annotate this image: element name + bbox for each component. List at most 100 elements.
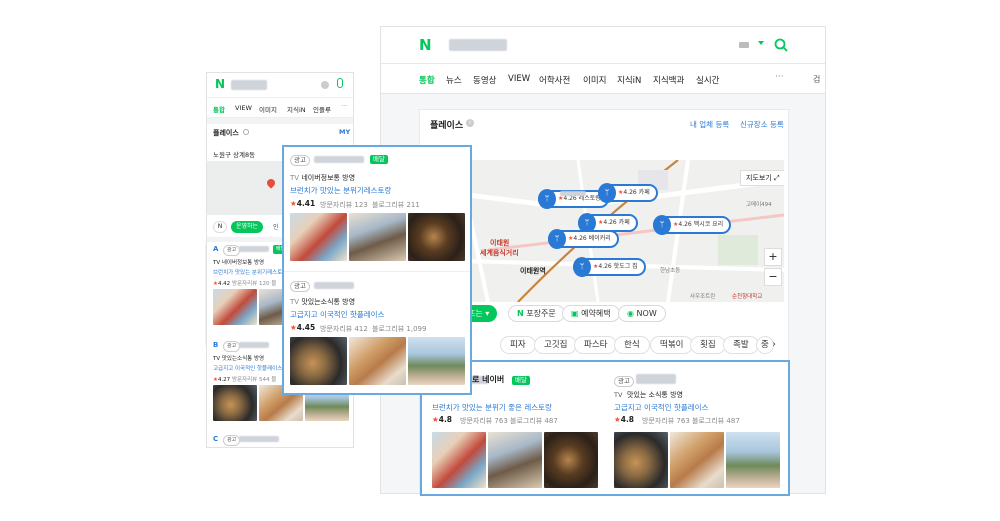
ad-photo[interactable] xyxy=(488,432,542,488)
new-place-register-link[interactable]: 신규장소 등록 xyxy=(740,119,784,130)
tab-knowledge-in[interactable]: 지식iN xyxy=(287,104,306,114)
item-photo[interactable] xyxy=(408,213,465,261)
tab-integrated[interactable]: 통합 xyxy=(419,74,435,86)
map[interactable]: 이태원 세계음식거리 이태원역 고메이494 한남초등 사우조트린 순천향대학교… xyxy=(428,160,784,302)
filter-now[interactable]: ◉ NOW xyxy=(618,305,666,322)
tab-cut-off[interactable]: 검 xyxy=(813,74,820,85)
ad-badge: 광고 xyxy=(223,435,241,446)
blog-reviews[interactable]: 블로그리뷰 1,099 xyxy=(372,324,426,334)
item-title-link[interactable]: 고급지고 이국적인 핫플레이스 xyxy=(290,309,384,320)
info-icon[interactable]: i xyxy=(466,119,474,127)
item-title-link[interactable]: 고급지고 이국적인 핫플레이스 xyxy=(213,364,282,372)
chevron-down-icon[interactable] xyxy=(758,41,764,45)
tab-news[interactable]: 뉴스 xyxy=(446,74,462,86)
tab-view[interactable]: VIEW xyxy=(508,74,530,84)
zoom-in-button[interactable]: + xyxy=(764,248,782,266)
naver-logo[interactable]: N xyxy=(419,36,432,54)
item-photo[interactable] xyxy=(408,337,465,385)
blog-reviews[interactable]: 블로그리뷰 211 xyxy=(372,200,420,210)
desktop-header: N xyxy=(381,27,825,64)
info-icon[interactable] xyxy=(243,129,249,135)
restaurant-pin-icon: ᛘ xyxy=(653,215,671,235)
map-view-button[interactable]: 지도보기 ⤢ xyxy=(740,170,784,186)
item-photo[interactable] xyxy=(290,337,347,385)
visitor-reviews[interactable]: 방문자리뷰 763 xyxy=(642,416,690,426)
clear-icon[interactable] xyxy=(321,81,329,89)
map-marker[interactable]: ᛘ ★4.26 맥시코 요리 xyxy=(653,215,732,235)
rating: ★4.41 xyxy=(290,199,316,208)
filter-reservation[interactable]: ▣ 예약혜택 xyxy=(562,305,620,322)
chevron-right-icon[interactable]: › xyxy=(772,339,776,350)
item-photo[interactable] xyxy=(349,337,406,385)
category-pasta[interactable]: 파스타 xyxy=(574,336,618,354)
tab-influencer[interactable]: 인플루 xyxy=(313,104,331,114)
tv-broadcast-text: TV 맛있는소식통 방영 xyxy=(290,298,356,306)
mobile-tabs: 통합 VIEW 이미지 지식iN 인플루 ··· xyxy=(207,98,353,118)
tab-dictionary[interactable]: 어학사전 xyxy=(539,74,570,86)
tab-images[interactable]: 이미지 xyxy=(583,74,606,86)
category-korean[interactable]: 한식 xyxy=(614,336,650,354)
item-title-link[interactable]: 브런치가 맛있는 분위기레스토랑 xyxy=(290,185,391,196)
tab-integrated[interactable]: 통합 xyxy=(213,104,225,114)
item-name-blurred xyxy=(239,246,269,252)
map-marker[interactable]: ᛘ ★4.26 핫도그 집 xyxy=(573,257,646,277)
search-icon[interactable] xyxy=(774,37,788,52)
category-sashimi[interactable]: 횟집 xyxy=(690,336,726,354)
category-jokbal[interactable]: 족발 xyxy=(723,336,759,354)
mobile-gap xyxy=(207,118,353,124)
filter-takeout[interactable]: N 포장주문 xyxy=(508,305,565,322)
rating: ★4.8 xyxy=(432,415,453,424)
zoom-out-button[interactable]: − xyxy=(764,268,782,286)
tab-realtime[interactable]: 실시간 xyxy=(696,74,719,86)
ad-photo[interactable] xyxy=(670,432,724,488)
category-tteokbokki[interactable]: 떡볶이 xyxy=(650,336,694,354)
chip-n[interactable]: N xyxy=(213,221,227,233)
visitor-reviews[interactable]: 방문자리뷰 123 xyxy=(320,200,368,210)
chip-more[interactable]: 인 xyxy=(273,222,279,231)
place-title: 플레이스 xyxy=(213,129,239,137)
category-pizza[interactable]: 피자 xyxy=(500,336,536,354)
tabs-more-button[interactable]: ··· xyxy=(341,102,347,110)
map-marker[interactable]: ᛘ ★4.26 카페 xyxy=(598,183,658,203)
tv-broadcast-text: TV 맛있는소식통 방영 xyxy=(213,356,265,362)
tab-encyclopedia[interactable]: 지식백과 xyxy=(653,74,684,86)
tab-video[interactable]: 동영상 xyxy=(473,74,496,86)
item-photo[interactable] xyxy=(349,213,406,261)
item-photo[interactable] xyxy=(290,213,347,261)
category-meat[interactable]: 고깃집 xyxy=(534,336,578,354)
item-photo[interactable] xyxy=(213,385,257,421)
item-photo[interactable] xyxy=(213,289,257,325)
rating: ★4.27 방문자리뷰 544 블 xyxy=(213,377,277,383)
rating: ★4.45 xyxy=(290,323,316,332)
ad-title-link[interactable]: 브런치가 맛있는 분위기 좋은 레스토랑 xyxy=(432,402,552,413)
mic-icon[interactable] xyxy=(337,78,343,88)
tab-images[interactable]: 이미지 xyxy=(259,104,277,114)
visitor-reviews[interactable]: 방문자리뷰 763 xyxy=(460,416,508,426)
tab-knowledge-in[interactable]: 지식iN xyxy=(617,74,641,86)
blog-reviews[interactable]: 블로그리뷰 487 xyxy=(692,416,740,426)
restaurant-pin-icon: ᛘ xyxy=(548,229,566,249)
keyboard-icon[interactable] xyxy=(739,42,749,48)
restaurant-pin-icon: ᛘ xyxy=(598,183,616,203)
ad-photo[interactable] xyxy=(432,432,486,488)
map-label-station: 이태원역 xyxy=(520,267,546,275)
my-link[interactable]: MY xyxy=(339,128,350,136)
chip-open-filter[interactable]: 운영하는 xyxy=(231,221,264,233)
map-marker[interactable]: ᛘ ★4.26 베이커리 xyxy=(548,229,619,249)
item-title-link[interactable]: 브런치가 맛있는 분위기레스토랑 xyxy=(213,268,287,276)
place-title: 플레이스 xyxy=(430,121,464,131)
ad-name-suffix: 로 네이버 xyxy=(472,375,505,384)
my-business-register-link[interactable]: 내 업체 등록 xyxy=(690,119,729,130)
ad-title-link[interactable]: 고급지고 이국적인 핫플레이스 xyxy=(614,402,708,413)
ad-photo[interactable] xyxy=(544,432,598,488)
tabs-more-button[interactable]: ··· xyxy=(775,72,784,82)
ad-photo[interactable] xyxy=(726,432,780,488)
blog-reviews[interactable]: 블로그리뷰 487 xyxy=(510,416,558,426)
mobile-search-bar[interactable]: N xyxy=(207,73,353,98)
tv-badge: TV xyxy=(614,391,623,399)
ad-photo[interactable] xyxy=(614,432,668,488)
visitor-reviews[interactable]: 방문자리뷰 412 xyxy=(320,324,368,334)
ad-badge: 광고 xyxy=(223,245,241,256)
naver-logo[interactable]: N xyxy=(215,77,225,91)
tab-view[interactable]: VIEW xyxy=(235,104,252,112)
